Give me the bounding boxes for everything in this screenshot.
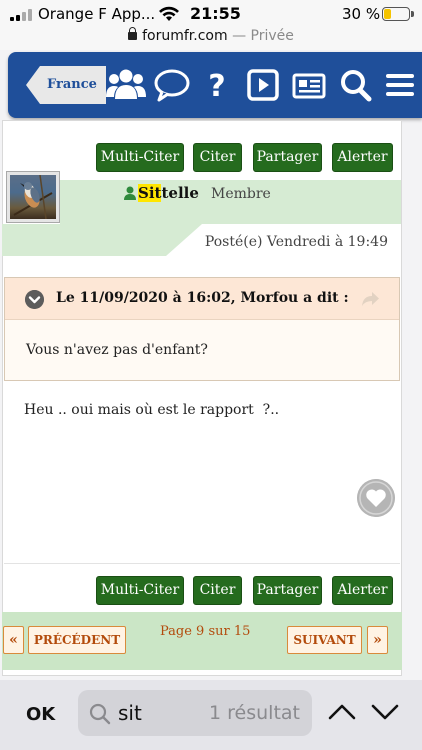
menu-icon[interactable] [385,66,415,104]
page-info: Page 9 sur 15 [160,624,251,639]
collapse-chevron-icon[interactable] [25,290,44,309]
author-name-rest: telle [161,184,199,202]
find-result-count: 1 résultat [209,702,300,724]
post-body: Heu .. oui mais où est le rapport ?.. [24,402,280,418]
battery-percent: 30 % [342,5,381,23]
go-to-quote-icon[interactable] [361,290,381,308]
search-icon[interactable] [338,66,374,104]
author-name[interactable]: Sittelle [138,184,199,202]
chevron-down-icon[interactable] [371,702,399,722]
url-domain: forumfr.com [142,28,228,44]
quote-button-bottom[interactable]: Citer [193,576,242,605]
clock: 21:55 [190,4,241,23]
bird-image [13,175,53,219]
chevron-up-icon[interactable] [328,702,356,722]
quote-text: Vous n'avez pas d'enfant? [26,342,208,358]
svg-text:?: ? [208,69,225,104]
private-mode-label: — Privée [232,28,294,44]
site-header: France ? [8,52,422,118]
share-button-bottom[interactable]: Partager [253,576,322,605]
video-play-icon[interactable] [246,66,280,104]
search-icon [89,703,111,725]
find-input[interactable] [118,699,198,727]
lock-icon [128,27,138,40]
find-in-page-bar: OK 1 résultat [0,680,422,750]
report-button[interactable]: Alerter [332,143,393,172]
divider [4,563,400,564]
members-icon[interactable] [106,66,146,104]
carrier-name: Orange F App... [38,5,156,23]
find-done-button[interactable]: OK [26,704,55,725]
first-page-button[interactable]: « [3,626,24,654]
search-match-highlight: Sit [138,184,162,202]
find-field[interactable]: 1 résultat [78,690,312,736]
avatar[interactable] [6,171,60,223]
chat-bubble-icon[interactable] [153,66,191,104]
battery-icon [382,7,414,21]
post-date[interactable]: Posté(e) Vendredi à 19:49 [205,234,388,250]
share-button[interactable]: Partager [253,143,322,172]
multi-quote-button[interactable]: Multi-Citer [96,143,184,172]
signal-icon [10,9,32,21]
back-france-button[interactable]: France [26,66,106,104]
quote-button[interactable]: Citer [193,143,242,172]
status-bar: Orange F App... 21:55 30 % [0,0,422,28]
news-icon[interactable] [291,66,327,104]
help-icon[interactable]: ? [204,66,230,104]
like-heart-icon[interactable] [357,479,395,517]
quote-author: Le 11/09/2020 à 16:02, Morfou a dit : [56,290,349,306]
user-icon [124,186,136,200]
quote-header: Le 11/09/2020 à 16:02, Morfou a dit : [5,278,399,320]
previous-page-button[interactable]: PRÉCÉDENT [28,626,126,654]
multi-quote-button-bottom[interactable]: Multi-Citer [96,576,184,605]
next-page-button[interactable]: SUIVANT [287,626,362,654]
quote-block: Le 11/09/2020 à 16:02, Morfou a dit : Vo… [4,277,400,381]
report-button-bottom[interactable]: Alerter [332,576,393,605]
address-bar[interactable]: forumfr.com — Privée [0,27,422,50]
last-page-button[interactable]: » [367,626,388,654]
author-role: Membre [211,186,271,202]
wifi-icon [159,6,179,21]
